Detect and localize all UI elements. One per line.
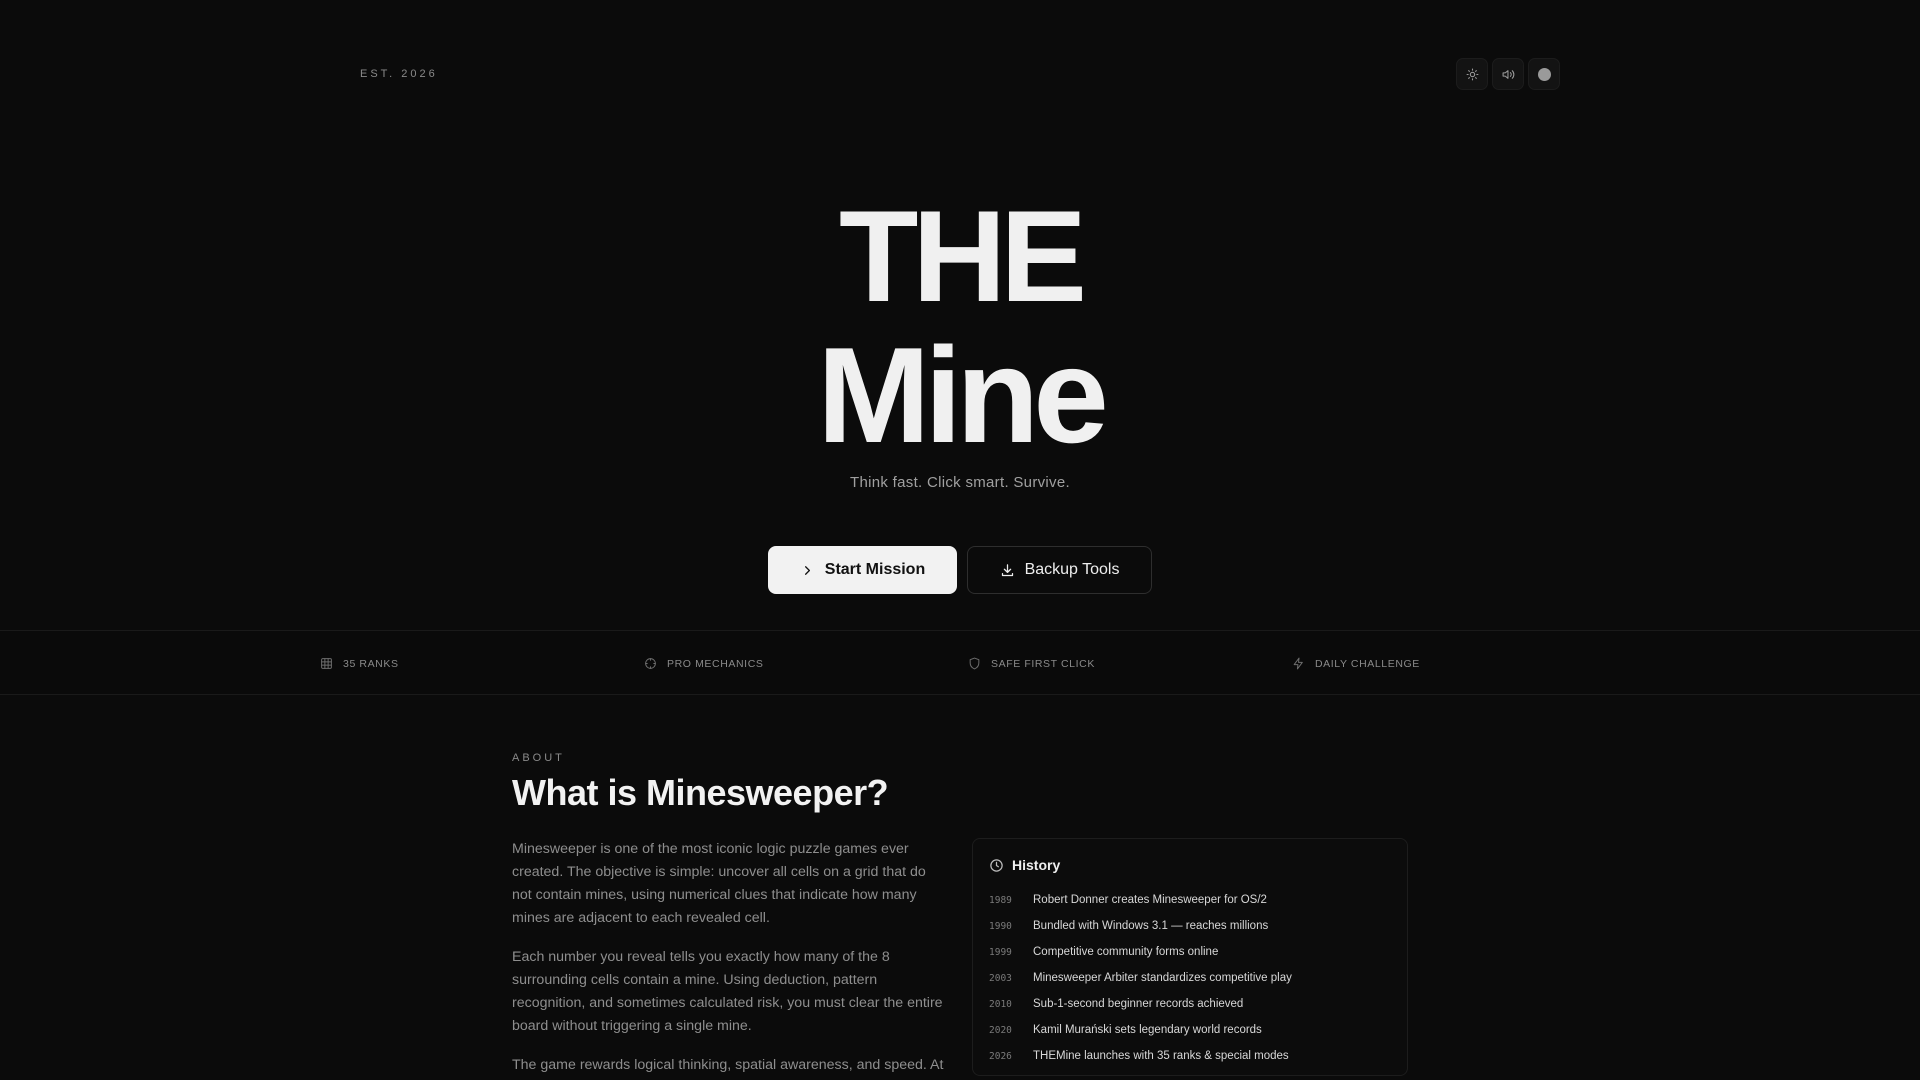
hero-title-line2: Mine — [817, 319, 1109, 471]
feature-ranks: 35 RANKS — [320, 631, 399, 696]
feature-strip: 35 RANKS PRO MECHANICS SAFE FIRST CLICK … — [0, 630, 1920, 695]
start-mission-button[interactable]: Start Mission — [768, 546, 957, 594]
history-year: 2020 — [989, 1024, 1012, 1036]
history-row: 1990 Bundled with Windows 3.1 — reaches … — [989, 913, 1391, 939]
top-controls — [1456, 58, 1560, 90]
history-row: 2026 THEMine launches with 35 ranks & sp… — [989, 1043, 1391, 1069]
est-label: EST. 2026 — [360, 68, 438, 80]
history-row: 1999 Competitive community forms online — [989, 939, 1391, 965]
start-mission-label: Start Mission — [824, 561, 926, 578]
history-event: Competitive community forms online — [1033, 946, 1219, 958]
zap-icon — [1293, 657, 1303, 670]
about-paragraph: Minesweeper is one of the most iconic lo… — [512, 841, 926, 926]
about-text: Minesweeper is one of the most iconic lo… — [512, 838, 948, 1080]
crosshair-icon — [645, 658, 656, 669]
about-title: What is Minesweeper? — [512, 772, 889, 813]
history-event: Bundled with Windows 3.1 — reaches milli… — [1033, 920, 1269, 932]
history-event: Kamil Murański sets legendary world reco… — [1033, 1024, 1262, 1036]
feature-daily-challenge: DAILY CHALLENGE — [1292, 631, 1420, 696]
feature-safe-first-click: SAFE FIRST CLICK — [968, 631, 1095, 696]
history-row: 2010 Sub-1-second beginner records achie… — [989, 991, 1391, 1017]
clock-icon — [990, 858, 1003, 872]
landing-page: EST. 2026 THE Mine Think fast. Click sma… — [0, 0, 1920, 1080]
hero-actions: Start Mission Backup Tools — [768, 546, 1152, 594]
history-event: Minesweeper Arbiter standardizes competi… — [1033, 972, 1292, 984]
history-card: History 1989 Robert Donner creates Mines… — [972, 838, 1408, 1076]
accent-toggle-button[interactable] — [1528, 58, 1560, 90]
hero-title-line1: THE — [839, 183, 1087, 329]
history-event: THEMine launches with 35 ranks & special… — [1033, 1050, 1289, 1062]
history-year: 1989 — [989, 894, 1012, 906]
history-year: 1990 — [989, 920, 1012, 932]
history-row: 2020 Kamil Murański sets legendary world… — [989, 1017, 1391, 1043]
about-paragraph: The game rewards logical thinking, spati… — [512, 1057, 944, 1073]
feature-label: 35 RANKS — [343, 657, 399, 670]
theme-toggle-button[interactable] — [1456, 58, 1488, 90]
history-year: 2026 — [989, 1050, 1012, 1062]
shield-icon — [969, 657, 980, 670]
sound-toggle-button[interactable] — [1492, 58, 1524, 90]
feature-label: DAILY CHALLENGE — [1315, 657, 1420, 670]
download-icon — [1001, 563, 1013, 576]
backup-tools-button[interactable]: Backup Tools — [967, 546, 1152, 594]
history-event: Sub-1-second beginner records achieved — [1033, 998, 1244, 1010]
history-year: 1999 — [989, 946, 1012, 958]
backup-tools-label: Backup Tools — [1024, 561, 1120, 578]
feature-label: PRO MECHANICS — [667, 657, 764, 670]
history-event: Robert Donner creates Minesweeper for OS… — [1033, 894, 1267, 906]
history-row: 2003 Minesweeper Arbiter standardizes co… — [989, 965, 1391, 991]
circle-icon — [1537, 67, 1551, 81]
grid-icon — [321, 658, 332, 669]
chevron-right-icon — [804, 565, 810, 575]
hero-tagline: Think fast. Click smart. Survive. — [850, 474, 1070, 491]
about-section-label: ABOUT — [512, 752, 565, 764]
volume-icon — [1502, 69, 1514, 79]
history-title: History — [1012, 857, 1061, 873]
feature-label: SAFE FIRST CLICK — [991, 657, 1095, 670]
history-row: 1989 Robert Donner creates Minesweeper f… — [989, 887, 1391, 913]
history-year: 2010 — [989, 998, 1012, 1010]
history-year: 2003 — [989, 972, 1012, 984]
about-paragraph: Each number you reveal tells you exactly… — [512, 949, 943, 1034]
history-header: History — [989, 857, 1391, 873]
sun-icon — [1466, 68, 1478, 80]
feature-mechanics: PRO MECHANICS — [644, 631, 763, 696]
